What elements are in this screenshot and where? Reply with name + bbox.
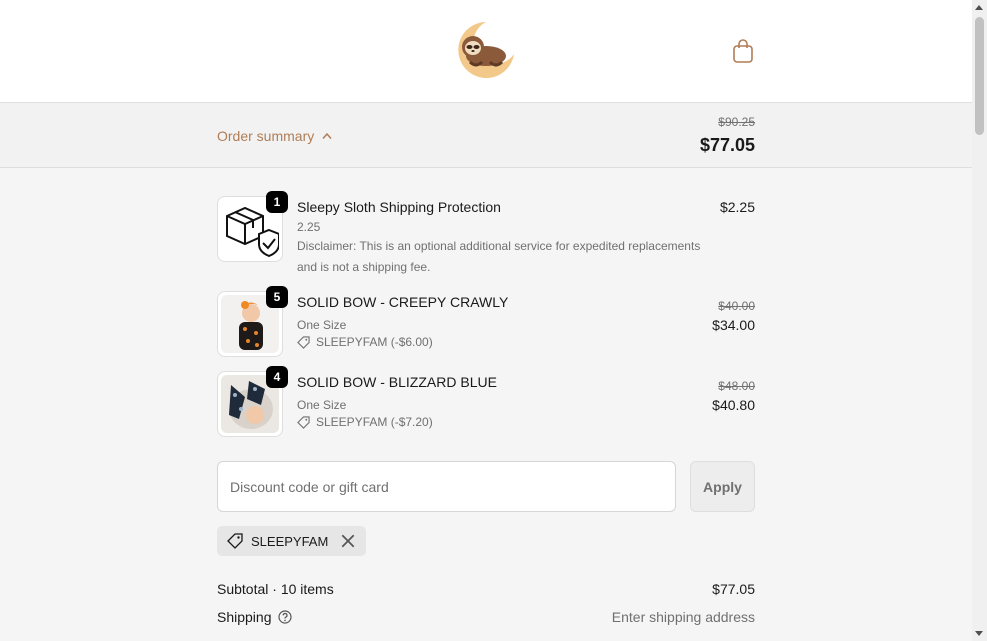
discount-row: Apply (217, 461, 755, 512)
scroll-up-arrow-icon[interactable] (975, 5, 983, 10)
discount-code-input[interactable] (217, 461, 676, 512)
quantity-badge: 1 (266, 191, 288, 213)
help-circle-icon[interactable] (277, 610, 292, 624)
item-subtitle: One Size (297, 318, 347, 332)
item-discount-code: SLEEPYFAM (-$7.20) (316, 415, 433, 429)
shipping-value: Enter shipping address (611, 609, 755, 625)
chevron-up-icon (322, 132, 332, 139)
scroll-down-arrow-icon[interactable] (975, 631, 983, 636)
item-subtitle: One Size (297, 398, 347, 412)
scrollbar[interactable] (972, 0, 987, 641)
order-summary-label: Order summary (217, 128, 315, 144)
item-original-price: $40.00 (718, 299, 755, 313)
product-thumbnail: 1 (217, 191, 288, 262)
item-title: Sleepy Sloth Shipping Protection (297, 199, 501, 215)
item-price: $2.25 (719, 199, 755, 215)
scrollbar-thumb[interactable] (975, 17, 984, 135)
item-discount: SLEEPYFAM (-$7.20) (297, 415, 433, 429)
line-item: 5 SOLID BOW - CREEPY CRAWLY One Size SLE… (217, 286, 755, 357)
quantity-badge: 5 (266, 286, 288, 308)
item-title: SOLID BOW - BLIZZARD BLUE (297, 374, 497, 390)
tag-icon (297, 415, 310, 429)
order-total: $77.05 (699, 135, 755, 155)
product-thumbnail: 4 (217, 366, 288, 437)
subtotal-row: Subtotal · 10 items $77.05 (217, 581, 755, 597)
apply-button[interactable]: Apply (690, 461, 755, 512)
applied-discount-code: SLEEPYFAM (251, 533, 329, 549)
close-icon[interactable] (340, 533, 356, 549)
line-item: 4 SOLID BOW - BLIZZARD BLUE One Size SLE… (217, 366, 755, 437)
item-discount: SLEEPYFAM (-$6.00) (297, 335, 433, 349)
line-item: 1 Sleepy Sloth Shipping Protection 2.25 … (217, 191, 755, 280)
shipping-label: Shipping (217, 609, 272, 625)
header (0, 0, 972, 103)
item-price: $34.00 (712, 317, 755, 333)
subtotal-label: Subtotal · 10 items (217, 581, 334, 597)
tag-icon (227, 533, 243, 549)
item-discount-code: SLEEPYFAM (-$6.00) (316, 335, 433, 349)
order-summary-bar: Order summary $90.25 $77.05 (0, 103, 972, 168)
quantity-badge: 4 (266, 366, 288, 388)
tag-icon (297, 335, 310, 349)
sloth-moon-logo-icon[interactable] (456, 20, 516, 78)
item-original-price: $48.00 (718, 379, 755, 393)
item-subtitle: 2.25 (297, 220, 321, 234)
subtotal-value: $77.05 (712, 581, 755, 597)
item-disclaimer: Disclaimer: This is an optional addition… (297, 239, 701, 274)
order-summary-toggle[interactable]: Order summary (217, 128, 332, 144)
shipping-row: Shipping Enter shipping address (217, 609, 755, 625)
product-thumbnail: 5 (217, 286, 288, 357)
applied-discount-chip: SLEEPYFAM (217, 526, 367, 556)
order-summary-content: 1 Sleepy Sloth Shipping Protection 2.25 … (0, 168, 972, 641)
shopping-bag-icon[interactable] (731, 38, 755, 64)
item-price: $40.80 (712, 397, 755, 413)
original-total: $90.25 (718, 115, 755, 129)
item-title: SOLID BOW - CREEPY CRAWLY (297, 294, 509, 310)
